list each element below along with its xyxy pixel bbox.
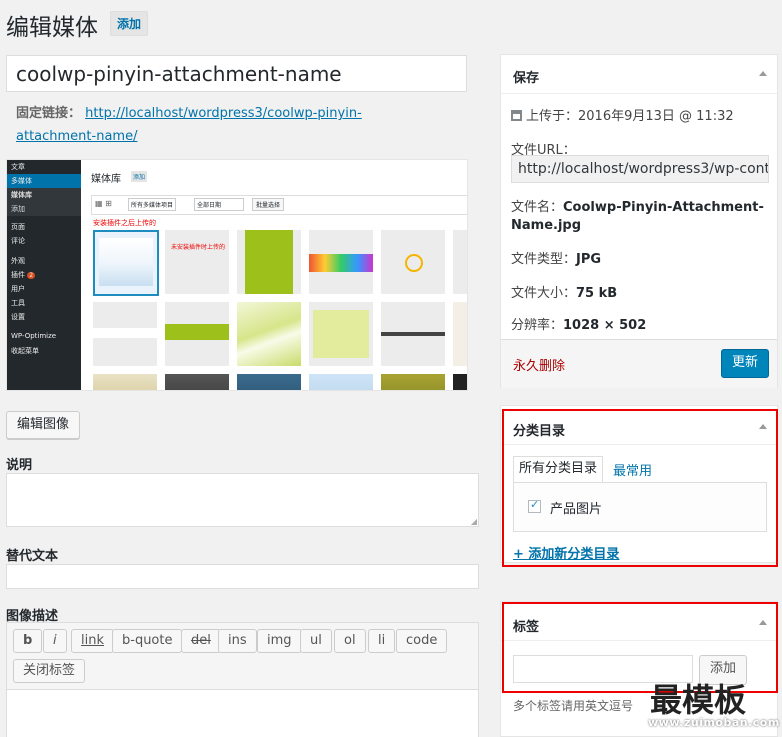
qt-ins-button[interactable]: ins	[218, 629, 257, 653]
preview-tile	[237, 374, 301, 390]
description-editor: b i link b-quote del ins img ul ol li co…	[6, 622, 479, 737]
preview-filter-type: 所有多媒体项目	[128, 198, 177, 211]
preview-filter-bar: ▦ ⊞ 所有多媒体项目 全部日期 批量选择	[91, 195, 467, 215]
preview-menu-plugins: 插件 2	[11, 271, 36, 279]
save-box-title: 保存	[513, 71, 540, 86]
preview-menu-media: 多媒体	[7, 174, 81, 188]
qt-li-button[interactable]: li	[368, 629, 396, 653]
alt-text-input[interactable]	[6, 564, 479, 589]
preview-tile	[165, 302, 229, 366]
preview-menu-comments: 评论	[11, 237, 25, 245]
resize-handle-icon[interactable]: ◢	[471, 517, 477, 526]
preview-menu-pages: 页面	[11, 223, 25, 231]
preview-admin-sidebar: 文章 多媒体 媒体库 添加 页面 评论 外观 插件 2 用户 工具 设置 WP-…	[7, 160, 81, 390]
qt-link-button[interactable]: link	[71, 629, 114, 653]
permalink-label: 固定链接：	[16, 106, 82, 121]
preview-tile	[309, 302, 373, 366]
add-new-button[interactable]: 添加	[110, 11, 149, 36]
delete-permanently-link[interactable]: 永久删除	[513, 355, 565, 374]
preview-menu-posts: 文章	[11, 163, 25, 171]
preview-menu-tools: 工具	[11, 299, 25, 307]
description-textarea[interactable]	[7, 689, 478, 737]
preview-bulk-select: 批量选择	[252, 198, 285, 211]
dimensions: 分辨率：1028 × 502	[511, 318, 647, 333]
qt-ol-button[interactable]: ol	[334, 629, 366, 653]
qt-bold-button[interactable]: b	[13, 629, 43, 653]
qt-img-button[interactable]: img	[257, 629, 302, 653]
file-type: 文件类型：JPG	[511, 252, 602, 267]
preview-tile	[237, 230, 301, 294]
edit-image-button[interactable]: 编辑图像	[6, 411, 81, 439]
preview-tile	[93, 302, 157, 366]
preview-tile	[381, 230, 445, 294]
highlight-frame	[502, 409, 778, 567]
preview-tile	[237, 302, 301, 366]
preview-tile	[165, 374, 229, 390]
preview-tile	[309, 230, 373, 294]
qt-ul-button[interactable]: ul	[300, 629, 332, 653]
preview-tile	[309, 374, 373, 390]
attachment-preview-image: 文章 多媒体 媒体库 添加 页面 评论 外观 插件 2 用户 工具 设置 WP-…	[6, 159, 468, 391]
preview-tile	[453, 230, 467, 294]
collapse-arrow-icon[interactable]	[759, 71, 767, 76]
preview-menu-settings: 设置	[11, 313, 25, 321]
page-title: 编辑媒体	[6, 15, 98, 41]
alt-text-label: 替代文本	[6, 549, 59, 564]
qt-italic-button[interactable]: i	[43, 629, 67, 653]
calendar-icon	[511, 110, 522, 121]
watermark-logo: 最模板	[650, 681, 747, 719]
uploaded-on: 上传于：2016年9月13日 @ 11:32	[511, 105, 734, 124]
preview-tile	[381, 302, 445, 366]
preview-menu-appearance: 外观	[11, 257, 25, 265]
preview-library-add: 添加	[131, 171, 148, 182]
plugin-update-badge: 2	[27, 272, 36, 279]
file-size: 文件大小：75 kB	[511, 286, 618, 301]
file-name: 文件名：Coolwp-Pinyin-Attachment- Name.jpg	[511, 200, 764, 233]
file-url-input[interactable]: http://localhost/wordpress3/wp-content/u…	[511, 155, 769, 183]
qt-close-tags-button[interactable]: 关闭标签	[13, 659, 86, 683]
preview-menu-wp-optimize: WP-Optimize	[11, 332, 57, 340]
caption-label: 说明	[6, 458, 33, 473]
preview-library-title: 媒体库	[91, 174, 121, 185]
preview-menu-add: 添加	[7, 202, 81, 216]
watermark-url: www.zuimoban.com	[648, 716, 780, 729]
qt-del-button[interactable]: del	[181, 629, 221, 653]
preview-note-before: 未安装插件时上传的	[171, 244, 226, 251]
title-input[interactable]: coolwp-pinyin-attachment-name	[6, 55, 467, 92]
preview-menu-collapse: 收起菜单	[11, 347, 39, 355]
permalink: 固定链接： http://localhost/wordpress3/coolwp…	[16, 102, 456, 148]
preview-menu-library: 媒体库	[7, 188, 81, 202]
qt-blockquote-button[interactable]: b-quote	[112, 629, 183, 653]
preview-filter-date: 全部日期	[194, 198, 244, 211]
preview-tile	[93, 230, 159, 296]
tag-hint: 多个标签请用英文逗号	[513, 699, 634, 713]
preview-note-after: 安装插件之后上传的	[93, 219, 156, 227]
preview-tile	[93, 374, 157, 390]
preview-menu-users: 用户	[11, 285, 25, 293]
caption-textarea[interactable]: ◢	[6, 473, 479, 527]
preview-tile	[453, 374, 467, 390]
preview-tile: 未安装插件时上传的	[165, 230, 229, 294]
update-button[interactable]: 更新	[721, 349, 769, 378]
preview-tile	[453, 302, 467, 366]
save-box: 保存 上传于：2016年9月13日 @ 11:32 文件URL： http://…	[500, 54, 778, 388]
preview-tile	[381, 374, 445, 390]
qt-code-button[interactable]: code	[396, 629, 448, 653]
